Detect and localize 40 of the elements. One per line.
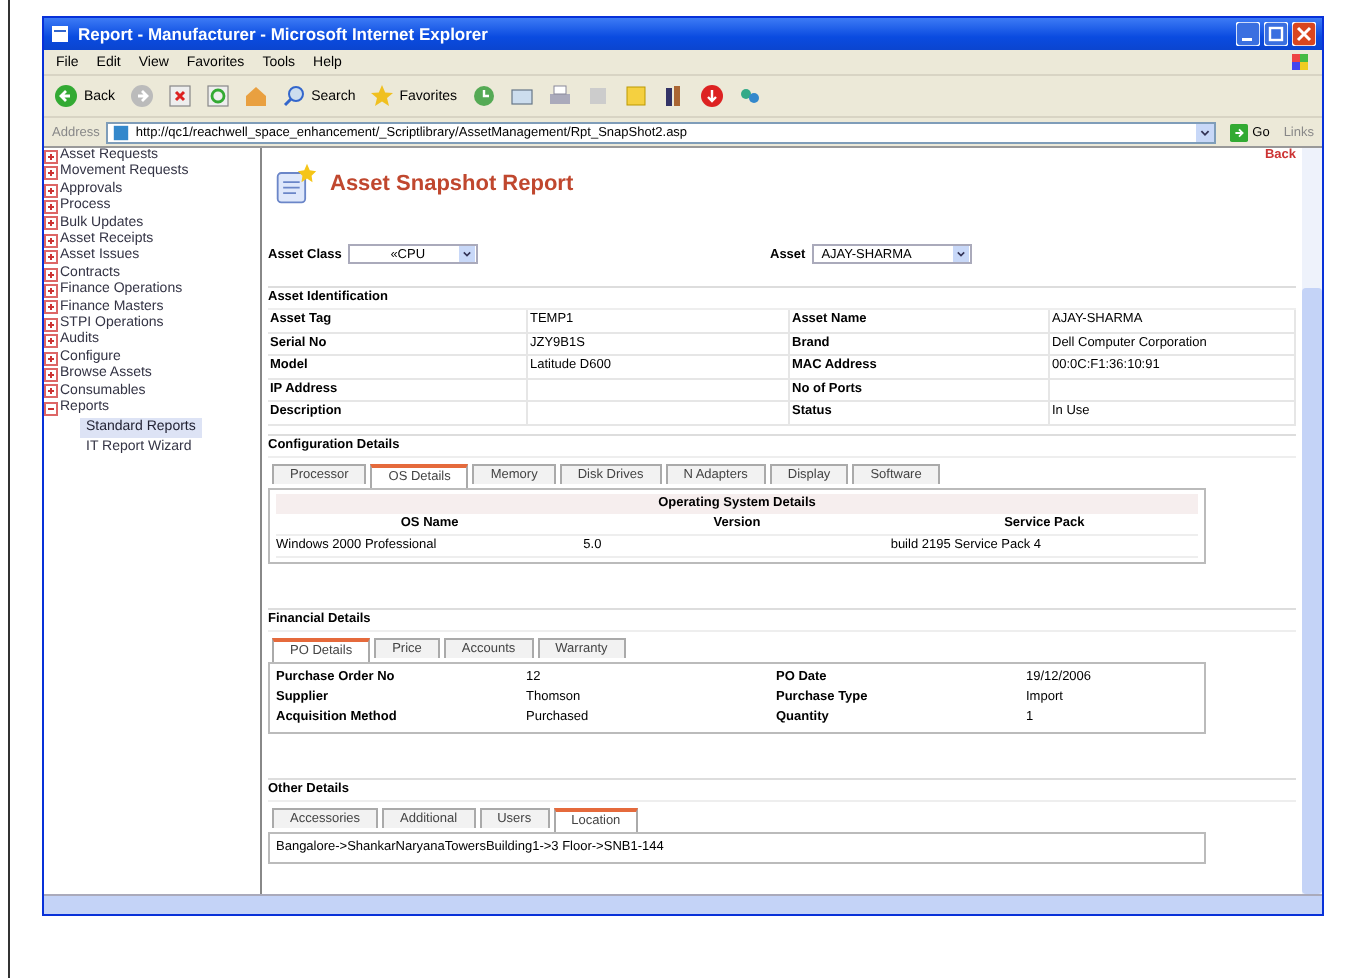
history-icon[interactable] [471, 84, 496, 108]
refresh-icon[interactable] [205, 84, 230, 108]
search-icon [281, 84, 306, 108]
vertical-scrollbar[interactable] [1302, 148, 1322, 894]
report-icon [274, 162, 318, 206]
maximize-icon[interactable] [1264, 22, 1288, 46]
report-title: Asset Snapshot Report [330, 172, 574, 196]
expander-icon[interactable] [44, 233, 58, 248]
expander-icon[interactable] [44, 166, 58, 181]
print-icon[interactable] [547, 84, 572, 108]
dropdown-arrow-icon[interactable] [457, 246, 476, 262]
page-icon [50, 24, 70, 44]
expander-icon[interactable] [44, 384, 58, 399]
stop-icon[interactable] [167, 84, 192, 108]
expander-icon[interactable] [44, 367, 58, 382]
expander-icon[interactable] [44, 199, 58, 214]
star-icon [369, 84, 394, 108]
expander-icon[interactable] [44, 351, 58, 366]
expander-icon[interactable] [44, 283, 58, 298]
window-title: Report - Manufacturer - Microsoft Internet Explorer [78, 24, 490, 44]
dropdown-arrow-icon[interactable] [951, 246, 970, 262]
back-arrow-icon [54, 84, 78, 108]
dropdown-arrow-icon[interactable] [1196, 123, 1215, 141]
page-icon [111, 123, 130, 141]
expander-icon[interactable] [44, 149, 58, 164]
messenger-icon[interactable] [737, 84, 762, 108]
expander-icon[interactable] [44, 300, 58, 315]
expander-icon[interactable] [44, 250, 58, 265]
go-arrow-icon [1230, 123, 1249, 141]
expander-icon[interactable] [44, 401, 58, 416]
horizontal-scrollbar[interactable] [44, 894, 1322, 914]
expander-icon[interactable] [44, 216, 58, 231]
windows-logo-icon [1290, 52, 1310, 72]
books-icon[interactable] [661, 84, 686, 108]
close-icon[interactable] [1292, 22, 1316, 46]
expander-icon[interactable] [44, 267, 58, 282]
expander-icon[interactable] [44, 334, 58, 349]
expander-icon[interactable] [44, 183, 58, 198]
minimize-icon[interactable] [1236, 22, 1260, 46]
expander-icon[interactable] [44, 317, 58, 332]
